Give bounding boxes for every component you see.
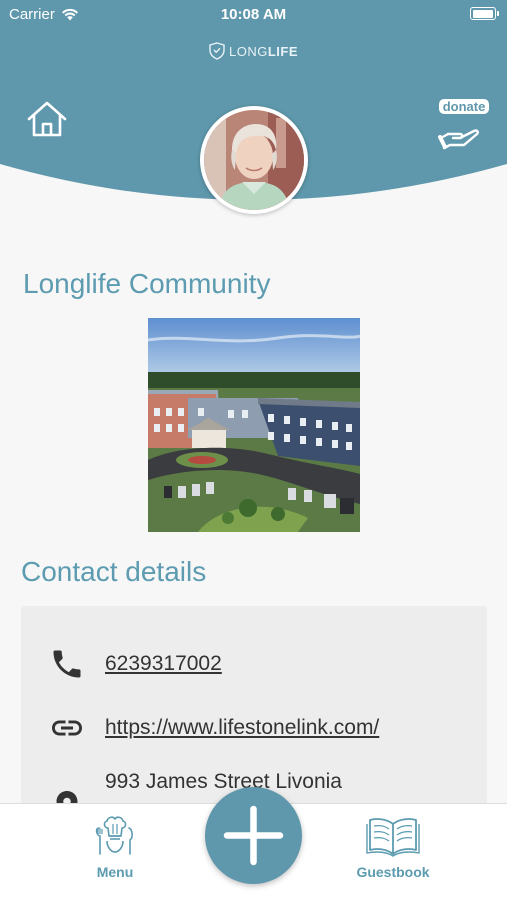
logo-text-light: LONG <box>228 43 268 59</box>
contact-phone[interactable]: 6239317002 <box>105 652 222 676</box>
phone-icon <box>53 650 81 678</box>
app-logo: LONG LIFE <box>0 42 507 60</box>
donate-label: donate <box>438 99 490 114</box>
status-bar: Carrier 10:08 AM <box>0 0 507 30</box>
home-button[interactable] <box>26 100 68 138</box>
battery-level <box>472 9 493 18</box>
add-button[interactable] <box>205 787 302 884</box>
chef-menu-icon <box>95 816 133 855</box>
link-icon <box>52 720 82 736</box>
open-book-icon <box>366 818 420 857</box>
resident-avatar[interactable] <box>200 106 308 214</box>
tab-guestbook-label: Guestbook <box>356 864 430 880</box>
contact-card: 6239317002 https://www.lifestonelink.com… <box>21 606 487 821</box>
tab-menu-label: Menu <box>96 864 134 880</box>
tab-guestbook[interactable]: Guestbook <box>338 814 448 880</box>
plus-icon <box>223 805 284 866</box>
home-icon <box>27 101 67 137</box>
contact-website[interactable]: https://www.lifestonelink.com/ <box>105 716 379 740</box>
tab-menu[interactable]: Menu <box>60 814 170 880</box>
contact-website-row[interactable]: https://www.lifestonelink.com/ <box>21 706 487 746</box>
logo-text-bold: LIFE <box>267 43 298 59</box>
resident-photo <box>204 110 304 210</box>
contact-title: Contact details <box>21 556 207 587</box>
community-building-aerial-photo <box>148 318 360 532</box>
battery-icon <box>470 7 499 20</box>
hand-donate-icon <box>438 119 485 150</box>
donate-button[interactable]: donate <box>437 98 491 152</box>
contact-phone-row[interactable]: 6239317002 <box>21 642 487 682</box>
shield-icon <box>209 42 225 60</box>
status-time: 10:08 AM <box>220 6 287 23</box>
community-title: Longlife Community <box>23 268 271 299</box>
community-photo <box>148 318 360 532</box>
